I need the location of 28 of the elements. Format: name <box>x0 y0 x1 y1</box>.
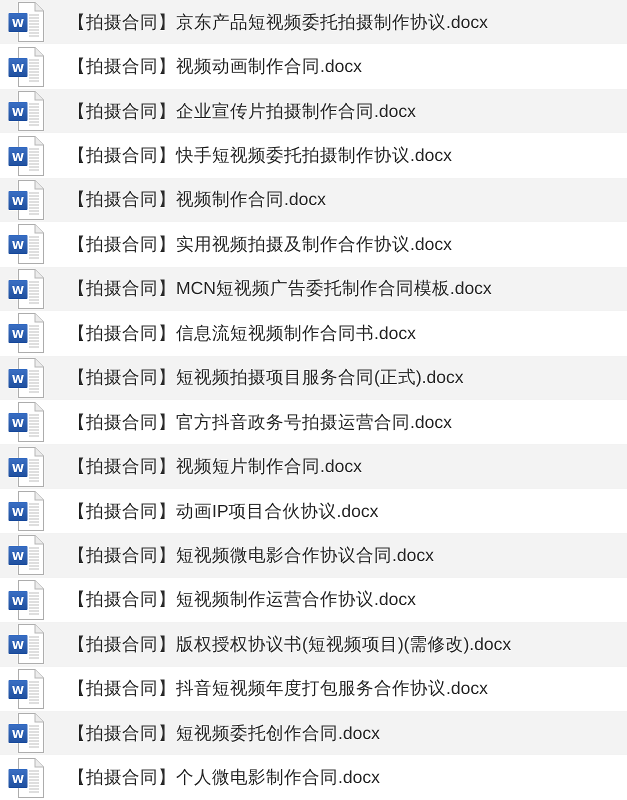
file-name: 【拍摄合同】短视频制作运营合作协议.docx <box>68 589 416 610</box>
file-row[interactable]: W 【拍摄合同】短视频拍摄项目服务合同(正式).docx <box>0 356 627 400</box>
file-name: 【拍摄合同】短视频拍摄项目服务合同(正式).docx <box>68 367 464 388</box>
file-row[interactable]: W 【拍摄合同】MCN短视频广告委托制作合同模板.docx <box>0 266 627 312</box>
file-name: 【拍摄合同】视频短片制作合同.docx <box>68 456 362 478</box>
file-name: 【拍摄合同】版权授权协议书(短视频项目)(需修改).docx <box>68 634 512 655</box>
file-row[interactable]: W 【拍摄合同】短视频委托创作合同.docx <box>0 711 627 756</box>
file-row[interactable]: W 【拍摄合同】企业宣传片拍摄制作合同.docx <box>0 88 627 134</box>
file-name: 【拍摄合同】实用视频拍摄及制作合作协议.docx <box>68 234 452 255</box>
file-name: 【拍摄合同】快手短视频委托拍摄制作协议.docx <box>68 145 452 166</box>
file-row[interactable]: W 【拍摄合同】视频制作合同.docx <box>0 178 627 222</box>
file-row[interactable]: W 【拍摄合同】抖音短视频年度打包服务合作协议.docx <box>0 666 627 711</box>
file-name: 【拍摄合同】动画IP项目合伙协议.docx <box>68 500 378 522</box>
file-row[interactable]: W 【拍摄合同】版权授权协议书(短视频项目)(需修改).docx <box>0 622 627 667</box>
file-row[interactable]: W 【拍摄合同】京东产品短视频委托拍摄制作协议.docx <box>0 0 627 44</box>
file-name: 【拍摄合同】官方抖音政务号拍摄运营合同.docx <box>68 412 452 433</box>
file-name: 【拍摄合同】抖音短视频年度打包服务合作协议.docx <box>68 678 488 700</box>
file-name: 【拍摄合同】个人微电影制作合同.docx <box>68 767 380 788</box>
file-row[interactable]: W 【拍摄合同】短视频微电影合作协议合同.docx <box>0 533 627 578</box>
file-name: 【拍摄合同】视频动画制作合同.docx <box>68 56 362 78</box>
file-name: 【拍摄合同】短视频委托创作合同.docx <box>68 722 380 744</box>
file-name: 【拍摄合同】京东产品短视频委托拍摄制作协议.docx <box>68 12 488 33</box>
file-name: 【拍摄合同】视频制作合同.docx <box>68 189 326 210</box>
file-name: 【拍摄合同】企业宣传片拍摄制作合同.docx <box>68 100 416 122</box>
file-name: 【拍摄合同】MCN短视频广告委托制作合同模板.docx <box>68 278 492 300</box>
file-row[interactable]: W 【拍摄合同】视频短片制作合同.docx <box>0 444 627 489</box>
file-name: 【拍摄合同】短视频微电影合作协议合同.docx <box>68 544 434 566</box>
file-name: 【拍摄合同】信息流短视频制作合同书.docx <box>68 322 416 344</box>
